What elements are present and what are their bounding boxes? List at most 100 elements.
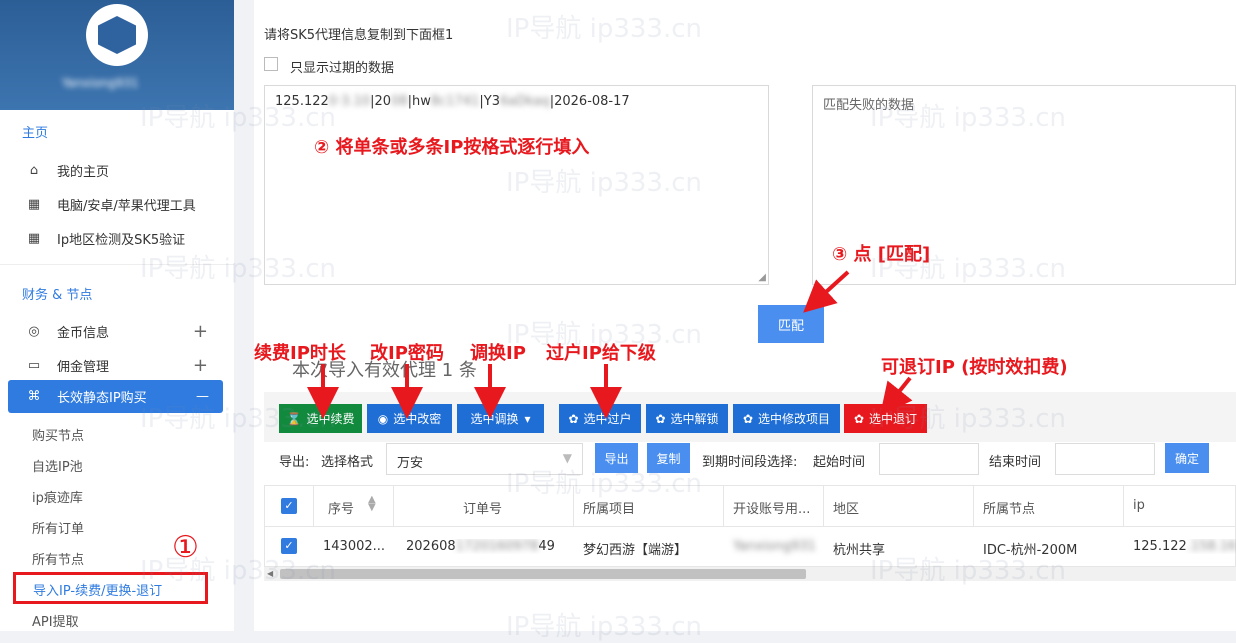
export-label: 导出: <box>279 455 310 470</box>
column-header-region: 地区 <box>833 502 860 517</box>
export-button[interactable]: 导出 <box>595 443 638 473</box>
match-button[interactable]: 匹配 <box>758 305 824 343</box>
expand-icon[interactable]: + <box>193 321 208 342</box>
home-icon: ⌂ <box>29 162 39 178</box>
grid-icon: ▦ <box>27 230 41 246</box>
cell-index: 143002... <box>323 539 386 554</box>
column-header-node: 所属节点 <box>983 502 1036 517</box>
subnav-buy-node[interactable]: 购买节点 <box>32 425 84 444</box>
annotation-step-3: ③ 点 [匹配] <box>832 244 931 265</box>
subnav-ip-trace[interactable]: ip痕迹库 <box>32 487 83 506</box>
gear-icon: ✿ <box>568 411 579 426</box>
cell-node: IDC-杭州-200M <box>983 543 1078 558</box>
subnav-all-nodes[interactable]: 所有节点 <box>32 549 84 568</box>
collapse-icon[interactable]: — <box>196 389 209 404</box>
nav-group-finance: 财务 & 节点 <box>22 288 93 303</box>
confirm-button[interactable]: 确定 <box>1165 443 1209 473</box>
network-icon: ⌘ <box>27 389 41 404</box>
subnav-import-ip-label: 导入IP-续费/更换-退订 <box>33 584 163 599</box>
sidebar-item-label: 金币信息 <box>57 325 110 341</box>
user-name[interactable]: Yanxiong931 <box>62 76 172 94</box>
nav-group-home: 主页 <box>22 126 49 141</box>
refund-button[interactable]: ✿ 选中退订 <box>844 404 927 433</box>
annotation-step-2: ② 将单条或多条IP按格式逐行填入 <box>314 137 590 158</box>
gear-icon: ✿ <box>655 411 666 426</box>
format-select-value: 万安 <box>397 456 424 471</box>
proxy-input-textarea[interactable]: 125.1220·3.10|2008|hw8c1741|Y36aDkaq|202… <box>264 85 769 285</box>
horizontal-scrollbar[interactable]: ◀ <box>264 567 1236 581</box>
instruction-text: 请将SK5代理信息复制到下面框1 <box>264 28 454 43</box>
logo-icon <box>86 4 148 66</box>
format-select[interactable]: 万安 ▼ <box>386 443 583 475</box>
gear-icon: ✿ <box>853 411 865 426</box>
start-time-input[interactable] <box>879 443 979 475</box>
cell-region: 杭州共享 <box>833 543 886 558</box>
header-divider <box>265 526 1236 527</box>
column-header-ip: ip <box>1133 498 1145 513</box>
copy-button[interactable]: 复制 <box>647 443 690 473</box>
sidebar-item-proxy-tools[interactable]: ▦ 电脑/安卓/苹果代理工具 <box>0 189 234 219</box>
watermark: IP导航 ip333.cn <box>506 612 703 642</box>
eye-icon: ◉ <box>377 411 389 426</box>
annotation-transfer: 过户IP给下级 <box>546 343 656 364</box>
gear-icon: ✿ <box>742 411 754 426</box>
transfer-button[interactable]: ✿ 选中过户 <box>559 404 641 433</box>
chevron-down-icon: ▼ <box>562 451 572 465</box>
cell-ip: 125.122.158.16 <box>1133 539 1236 554</box>
main-content: 请将SK5代理信息复制到下面框1 只显示过期的数据 125.1220·3.10|… <box>254 0 1236 642</box>
resize-handle-icon[interactable]: ◢ <box>758 272 766 283</box>
only-expired-checkbox[interactable] <box>264 57 278 71</box>
cell-project: 梦幻西游【端游】 <box>583 543 688 558</box>
subnav-api[interactable]: API提取 <box>32 611 79 630</box>
date-range-label: 到期时间段选择: <box>702 455 798 470</box>
sidebar-item-label: 长效静态IP购买 <box>57 391 147 406</box>
sidebar-item-commission[interactable]: ▭ 佣金管理 + <box>0 350 234 380</box>
column-header-index[interactable]: 序号 <box>328 498 354 517</box>
annotation-circle-1: ① <box>172 530 199 565</box>
coin-icon: ◎ <box>28 323 40 339</box>
cell-account: Yanxiong931 <box>733 539 816 554</box>
scrollbar-thumb[interactable] <box>280 569 806 579</box>
annotation-change-password: 改IP密码 <box>370 343 444 364</box>
textarea-content: 125.1220·3.10|2008|hw8c1741|Y36aDkaq|202… <box>275 94 630 109</box>
orders-table: ✓ 序号 ▲ ▼ 订单号 所属项目 开设账号用... 地区 所属节点 ip ✓ 1… <box>264 485 1236 567</box>
failed-match-placeholder: 匹配失败的数据 <box>823 98 915 113</box>
sidebar-item-my-home[interactable]: ⌂ 我的主页 <box>0 155 234 185</box>
end-time-input[interactable] <box>1055 443 1155 475</box>
annotation-swap: 调换IP <box>470 343 526 364</box>
modify-project-button[interactable]: ✿ 选中修改项目 <box>733 404 840 433</box>
sidebar-header: Yanxiong931 <box>0 0 234 110</box>
renew-button[interactable]: ⌛ 选中续费 <box>279 404 362 433</box>
sidebar-item-gold[interactable]: ◎ 金币信息 + <box>0 316 234 346</box>
watermark: IP导航 ip333.cn <box>506 14 703 44</box>
sidebar-item-label: 电脑/安卓/苹果代理工具 <box>57 198 196 214</box>
grid-icon: ▦ <box>27 196 41 212</box>
start-time-label: 起始时间 <box>813 455 866 470</box>
hourglass-icon: ⌛ <box>286 411 302 426</box>
select-all-checkbox[interactable]: ✓ <box>281 498 297 514</box>
subnav-ip-pool[interactable]: 自选IP池 <box>32 456 83 475</box>
scroll-left-icon[interactable]: ◀ <box>267 569 273 578</box>
sidebar-item-static-ip[interactable]: ⌘ 长效静态IP购买 — <box>8 380 223 413</box>
change-password-button[interactable]: ◉ 选中改密 <box>367 404 452 433</box>
unlock-button[interactable]: ✿ 选中解锁 <box>646 404 728 433</box>
caret-down-icon: ▾ <box>524 411 531 426</box>
column-header-project: 所属项目 <box>583 502 636 517</box>
only-expired-label: 只显示过期的数据 <box>290 61 395 76</box>
annotation-renew: 续费IP时长 <box>254 343 346 364</box>
format-label: 选择格式 <box>321 455 374 470</box>
subnav-all-orders[interactable]: 所有订单 <box>32 518 84 537</box>
sidebar-item-label: 佣金管理 <box>57 359 110 375</box>
row-checkbox[interactable]: ✓ <box>281 538 297 554</box>
sidebar-item-label: 我的主页 <box>57 164 110 180</box>
card-icon: ▭ <box>27 357 41 373</box>
sidebar-item-label: Ip地区检测及SK5验证 <box>57 232 186 248</box>
expand-icon[interactable]: + <box>193 355 208 376</box>
sidebar-item-ip-check[interactable]: ▦ Ip地区检测及SK5验证 <box>0 223 234 253</box>
subnav-import-ip[interactable]: 导入IP-续费/更换-退订 <box>13 572 208 604</box>
column-header-order: 订单号 <box>463 502 503 517</box>
column-header-account: 开设账号用... <box>733 502 811 517</box>
swap-dropdown-button[interactable]: 选中调换 ▾ <box>457 404 544 433</box>
sort-icon[interactable]: ▲ ▼ <box>368 496 376 512</box>
annotation-refund: 可退订IP (按时效扣费) <box>881 357 1068 378</box>
